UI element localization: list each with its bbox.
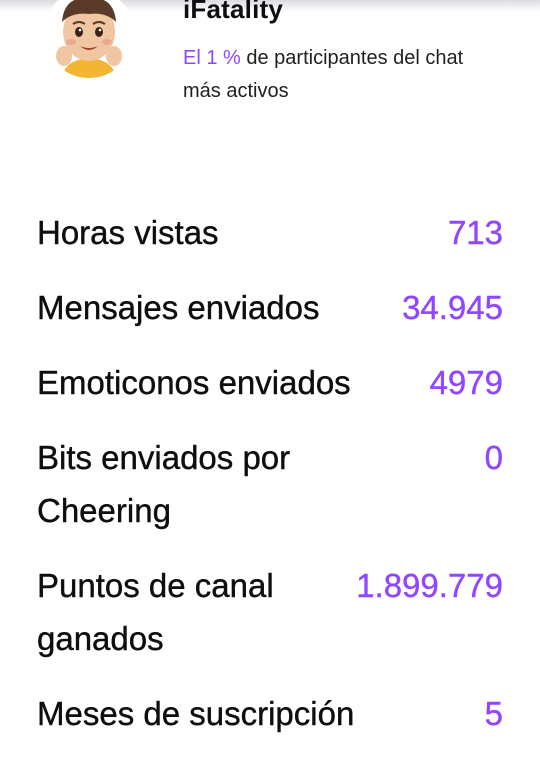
username[interactable]: iFatality	[183, 0, 283, 25]
stat-label: Horas vistas	[37, 214, 219, 251]
stat-label: Puntos de canal ganados	[37, 567, 274, 657]
rank-highlight: El 1 %	[183, 47, 241, 69]
stat-row-channel-points: Puntos de canal ganados 1.899.779	[37, 559, 503, 665]
avatar[interactable]	[44, 0, 134, 78]
stat-label: Bits enviados por Cheering	[37, 439, 291, 529]
stat-label: Mensajes enviados	[37, 289, 320, 326]
stat-label: Emoticonos enviados	[37, 364, 351, 401]
stat-row-messages-sent: Mensajes enviados 34.945	[37, 281, 503, 334]
stat-value: 34.945	[402, 289, 503, 326]
stat-row-bits-cheered: Bits enviados por Cheering 0	[37, 431, 503, 537]
stat-value: 4979	[429, 364, 503, 401]
stat-value: 5	[484, 695, 503, 732]
stat-row-sub-months: Meses de suscripción 5	[37, 687, 503, 740]
stat-label: Meses de suscripción	[37, 695, 355, 732]
stat-value: 1.899.779	[356, 567, 503, 604]
stat-value: 713	[447, 214, 503, 251]
rank-description: El 1 % de participantes del chat más act…	[183, 42, 493, 108]
stat-row-hours-watched: Horas vistas 713	[37, 206, 503, 259]
stat-row-emotes-sent: Emoticonos enviados 4979	[37, 356, 503, 409]
stats-list: Horas vistas 713 Mensajes enviados 34.94…	[37, 206, 503, 762]
emoji-boy-avatar-icon	[56, 0, 122, 78]
stat-value: 0	[484, 439, 503, 476]
